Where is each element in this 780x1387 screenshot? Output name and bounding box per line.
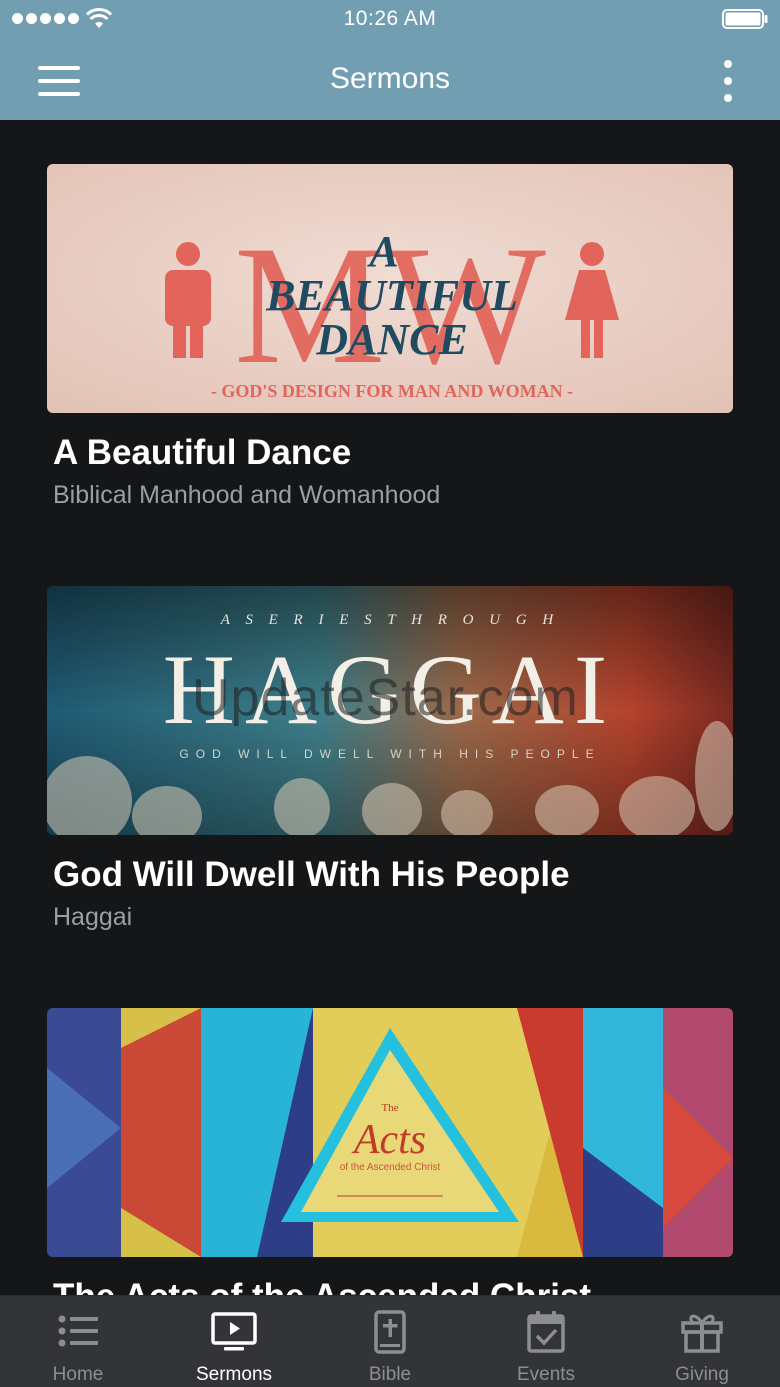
svg-text:GOD WILL DWELL WITH HIS PEOPLE: GOD WILL DWELL WITH HIS PEOPLE	[179, 747, 600, 761]
svg-text:- GOD'S DESIGN FOR MAN AND WOM: - GOD'S DESIGN FOR MAN AND WOMAN -	[211, 381, 573, 401]
sermon-card[interactable]: MW A BEAUTIFUL DANCE - GOD'S DESIGN FOR …	[47, 164, 733, 510]
nav-bar: Sermons	[0, 40, 780, 120]
tab-label: Home	[52, 1364, 104, 1385]
tab-home[interactable]: Home	[0, 1296, 156, 1387]
sermon-list[interactable]: MW A BEAUTIFUL DANCE - GOD'S DESIGN FOR …	[0, 120, 780, 1295]
more-options-button[interactable]	[718, 60, 738, 102]
sermon-title: God Will Dwell With His People	[53, 855, 570, 894]
tab-label: Sermons	[195, 1364, 273, 1385]
svg-text:of the Ascended Christ: of the Ascended Christ	[340, 1162, 441, 1173]
svg-text:The: The	[381, 1102, 398, 1114]
gift-icon	[681, 1314, 723, 1353]
tab-label: Giving	[675, 1364, 729, 1385]
tab-bar: Home Sermons Bible Events Giving	[0, 1295, 780, 1387]
sermon-subtitle: Haggai	[53, 903, 133, 931]
sermon-card[interactable]: A S E R I E S T H R O U G H HAGGAI GOD W…	[47, 586, 733, 932]
tab-events[interactable]: Events	[468, 1296, 624, 1387]
svg-text:DANCE: DANCE	[315, 315, 468, 364]
sermon-thumbnail: MW A BEAUTIFUL DANCE - GOD'S DESIGN FOR …	[47, 164, 733, 413]
tab-label: Bible	[368, 1364, 412, 1385]
play-screen-icon	[211, 1312, 257, 1351]
tab-bible[interactable]: Bible	[312, 1296, 468, 1387]
sermon-thumbnail: A S E R I E S T H R O U G H HAGGAI GOD W…	[47, 586, 733, 835]
svg-text:Acts: Acts	[351, 1117, 426, 1163]
status-bar: 10:26 AM	[0, 0, 780, 40]
sermon-thumbnail: The Acts of the Ascended Christ	[47, 1008, 733, 1257]
app-header: 10:26 AM Sermons	[0, 0, 780, 120]
bible-icon	[374, 1310, 406, 1354]
tab-label: Events	[516, 1364, 576, 1385]
sermon-title: A Beautiful Dance	[53, 433, 352, 472]
sermon-title: The Acts of the Ascended Christ	[53, 1277, 733, 1295]
battery-icon	[722, 9, 768, 29]
sermon-card[interactable]: The Acts of the Ascended Christ The Acts…	[47, 1008, 733, 1295]
tab-sermons[interactable]: Sermons	[156, 1296, 312, 1387]
svg-text:A: A	[366, 227, 398, 276]
tab-giving[interactable]: Giving	[624, 1296, 780, 1387]
svg-text:A S E R I E S T H R O U G H: A S E R I E S T H R O U G H	[220, 612, 560, 628]
svg-text:HAGGAI: HAGGAI	[163, 634, 617, 745]
calendar-check-icon	[527, 1311, 565, 1353]
status-time: 10:26 AM	[343, 7, 437, 30]
page-title: Sermons	[329, 62, 451, 95]
svg-text:BEAUTIFUL: BEAUTIFUL	[265, 271, 518, 320]
list-icon	[58, 1315, 98, 1347]
sermon-subtitle: Biblical Manhood and Womanhood	[53, 481, 441, 509]
